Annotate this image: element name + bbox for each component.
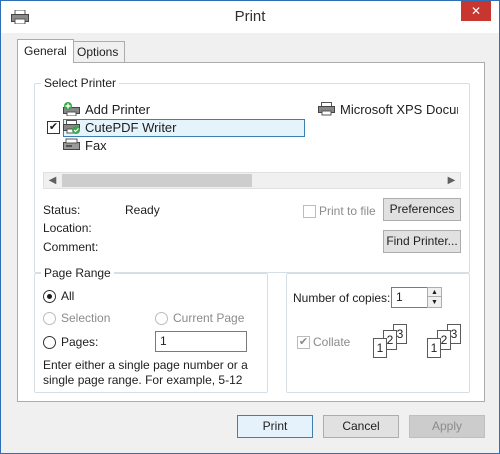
close-icon: ✕ xyxy=(470,4,482,18)
checkmark-icon: ✔ xyxy=(48,121,59,133)
selection-radio[interactable] xyxy=(43,312,56,325)
page-range-label: Page Range xyxy=(41,266,114,280)
printer-name: Add Printer xyxy=(85,102,151,117)
tab-options[interactable]: Options xyxy=(70,41,126,63)
pages-input[interactable]: 1 xyxy=(155,331,247,352)
printer-default-icon xyxy=(63,120,80,134)
print-to-file-checkbox[interactable] xyxy=(303,205,316,218)
printer-item-fax[interactable]: Fax xyxy=(63,137,163,155)
tab-general-label: General xyxy=(24,44,67,58)
printer-name: CutePDF Writer xyxy=(85,120,177,135)
select-printer-label: Select Printer xyxy=(41,76,120,90)
copies-group: Number of copies: 1 ▲ ▼ ✔ Collate 3 2 1 … xyxy=(286,273,470,393)
scroll-right-icon[interactable]: ▶ xyxy=(443,173,460,188)
current-page-label: Current Page xyxy=(173,311,245,325)
print-button[interactable]: Print xyxy=(237,415,313,438)
spin-down-icon[interactable]: ▼ xyxy=(428,298,441,307)
page-range-group: Page Range All Selection Current Page Pa… xyxy=(34,266,268,393)
printer-list-scrollbar[interactable]: ◀ ▶ xyxy=(43,172,461,189)
spin-up-icon[interactable]: ▲ xyxy=(428,288,441,297)
status-value: Ready xyxy=(125,203,160,217)
title-bar[interactable]: Print ✕ xyxy=(1,1,499,33)
selection-label: Selection xyxy=(61,311,111,325)
fax-icon xyxy=(63,138,80,150)
all-label: All xyxy=(61,289,75,303)
print-to-file-label: Print to file xyxy=(319,204,376,218)
printer-icon xyxy=(318,102,335,116)
checkmark-icon: ✔ xyxy=(298,336,309,348)
cancel-button[interactable]: Cancel xyxy=(323,415,399,438)
printer-list[interactable]: Add Printer CutePDF Writer ✔ Fax Microso… xyxy=(43,97,458,167)
scrollbar-thumb[interactable] xyxy=(62,174,252,187)
preferences-button[interactable]: Preferences xyxy=(383,198,461,221)
tab-options-label: Options xyxy=(77,45,119,59)
find-printer-button[interactable]: Find Printer... xyxy=(383,230,461,253)
location-label: Location: xyxy=(43,221,92,235)
comment-label: Comment: xyxy=(43,240,99,254)
printer-item-xps[interactable]: Microsoft XPS Docum xyxy=(318,101,458,119)
printer-item-add-printer[interactable]: Add Printer xyxy=(63,101,163,119)
print-dialog: Print ✕ General Options Select Printer A… xyxy=(0,0,500,454)
pages-label: Pages: xyxy=(61,335,99,349)
radio-dot xyxy=(47,294,52,299)
all-radio[interactable] xyxy=(43,290,56,303)
copies-stepper[interactable]: ▲ ▼ xyxy=(427,287,442,308)
printer-name: Microsoft XPS Docum xyxy=(340,102,458,117)
printer-item-cutepdf[interactable]: CutePDF Writer xyxy=(63,119,305,137)
tab-general[interactable]: General xyxy=(17,39,74,63)
apply-button[interactable]: Apply xyxy=(409,415,485,438)
close-button[interactable]: ✕ xyxy=(461,1,491,21)
add-printer-icon xyxy=(63,102,80,116)
select-printer-group: Select Printer Add Printer CutePDF Write… xyxy=(34,76,470,273)
page-sheet: 1 xyxy=(427,338,441,358)
page-sheet: 1 xyxy=(373,338,387,358)
printer-checkbox[interactable]: ✔ xyxy=(47,121,60,134)
page-range-hint: Enter either a single page number or a s… xyxy=(43,358,248,387)
general-panel: Select Printer Add Printer CutePDF Write… xyxy=(17,62,485,402)
window-title: Print xyxy=(234,8,266,25)
pages-radio[interactable] xyxy=(43,336,56,349)
collate-checkbox[interactable]: ✔ xyxy=(297,336,310,349)
number-of-copies-label: Number of copies: xyxy=(293,291,391,305)
printer-name: Fax xyxy=(85,138,107,153)
collate-label: Collate xyxy=(313,335,351,349)
copies-input[interactable]: 1 xyxy=(391,287,429,308)
status-label: Status: xyxy=(43,203,81,217)
current-page-radio[interactable] xyxy=(155,312,168,325)
scroll-left-icon[interactable]: ◀ xyxy=(44,173,61,188)
